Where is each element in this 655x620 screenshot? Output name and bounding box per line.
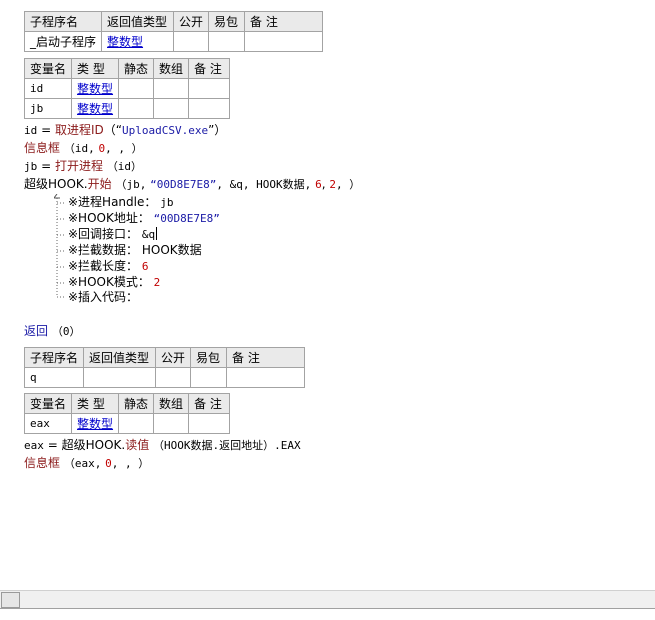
- func-name: 开始: [87, 177, 112, 191]
- sub2-return-type-cell[interactable]: [83, 367, 157, 388]
- number-literal: 6: [315, 178, 322, 191]
- var-remark-cell[interactable]: [188, 98, 231, 119]
- var-type-cell[interactable]: 整数型: [71, 413, 120, 434]
- type-link[interactable]: 整数型: [107, 35, 143, 49]
- param-line[interactable]: ※回调接口： &q: [68, 226, 158, 242]
- var-name-cell[interactable]: id: [23, 78, 73, 99]
- var-remark-cell[interactable]: [188, 413, 231, 434]
- param-line[interactable]: ※HOOK模式： 2: [68, 274, 160, 290]
- col-var-name: 变量名: [23, 393, 73, 414]
- type-link[interactable]: 整数型: [77, 417, 113, 431]
- number-literal: 2: [153, 276, 161, 289]
- func-name: 信息框: [24, 456, 61, 470]
- func-name: 读值: [125, 438, 150, 452]
- code-line[interactable]: 信息框 （id, 0, , ）: [24, 140, 143, 156]
- param-line[interactable]: ※插入代码：: [68, 289, 138, 305]
- text-caret: [156, 227, 158, 240]
- col-sub-name: 子程序名: [23, 11, 103, 32]
- param-line[interactable]: ※拦截长度： 6: [68, 258, 149, 274]
- sub2-var-table: 变量名 类 型 静态 数组 备 注 eax 整数型: [23, 393, 231, 434]
- sub1-name-cell[interactable]: _启动子程序: [23, 31, 103, 52]
- sub2-header-table: 子程序名 返回值类型 公开 易包 备 注 q: [23, 347, 306, 388]
- string-literal: “00D8E7E8”: [150, 178, 217, 191]
- param-line[interactable]: ※HOOK地址： “00D8E7E8”: [68, 210, 220, 226]
- sub1-var-table: 变量名 类 型 静态 数组 备 注 id 整数型 jb 整数型: [23, 58, 231, 119]
- code-line[interactable]: eax = 超级HOOK.读值 （HOOK数据.返回地址）.EAX: [24, 437, 301, 453]
- var-static-cell[interactable]: [118, 78, 155, 99]
- code-line[interactable]: 信息框 （eax, 0, , ）: [24, 455, 149, 471]
- col-static: 静态: [118, 58, 155, 79]
- var-name-cell[interactable]: jb: [23, 98, 73, 119]
- number-literal: 0: [105, 457, 112, 470]
- type-link[interactable]: 整数型: [77, 102, 113, 116]
- sub1-public-cell[interactable]: [173, 31, 210, 52]
- col-remark: 备 注: [226, 347, 306, 368]
- col-array: 数组: [153, 58, 190, 79]
- code-line[interactable]: jb = 打开进程 （id）: [24, 158, 142, 174]
- col-static: 静态: [118, 393, 155, 414]
- var-static-cell[interactable]: [118, 98, 155, 119]
- param-line[interactable]: ※进程Handle： jb: [68, 194, 173, 210]
- var-array-cell[interactable]: [153, 413, 190, 434]
- var-name-cell[interactable]: eax: [23, 413, 73, 434]
- col-array: 数组: [153, 393, 190, 414]
- string-literal: UploadCSV.exe: [121, 124, 209, 137]
- col-var-name: 变量名: [23, 58, 73, 79]
- sub1-epackage-cell[interactable]: [208, 31, 246, 52]
- param-tree-lines: [54, 194, 64, 298]
- col-return-type: 返回值类型: [83, 347, 157, 368]
- var-remark-cell[interactable]: [188, 78, 231, 99]
- var-array-cell[interactable]: [153, 98, 190, 119]
- code-line[interactable]: 超级HOOK.开始 （jb, “00D8E7E8”, &q, HOOK数据, 6…: [24, 176, 360, 192]
- col-epackage: 易包: [190, 347, 228, 368]
- col-epackage: 易包: [208, 11, 246, 32]
- sub1-return-type-cell[interactable]: 整数型: [101, 31, 175, 52]
- col-public: 公开: [155, 347, 192, 368]
- param-line[interactable]: ※拦截数据： HOOK数据: [68, 242, 202, 258]
- col-var-remark: 备 注: [188, 393, 231, 414]
- tab-clipped-1[interactable]: [2, 609, 6, 617]
- col-var-type: 类 型: [71, 58, 120, 79]
- collapse-icon: [54, 194, 60, 199]
- sub1-header-table: 子程序名 返回值类型 公开 易包 备 注 _启动子程序 整数型: [23, 11, 324, 52]
- code-line[interactable]: 返回 （0）: [24, 323, 80, 339]
- col-var-remark: 备 注: [188, 58, 231, 79]
- var-static-cell[interactable]: [118, 413, 155, 434]
- var-array-cell[interactable]: [153, 78, 190, 99]
- code-line[interactable]: id = 取进程ID（“UploadCSV.exe”）: [24, 122, 226, 138]
- number-literal: 6: [141, 260, 149, 273]
- func-name: 取进程ID: [54, 123, 104, 137]
- tab-clipped-3[interactable]: [148, 609, 152, 617]
- func-name: 信息框: [24, 141, 61, 155]
- scrollbar-thumb[interactable]: [1, 592, 20, 608]
- col-var-type: 类 型: [71, 393, 120, 414]
- bottom-tab-strip: [0, 608, 655, 620]
- sub2-epackage-cell[interactable]: [190, 367, 228, 388]
- type-link[interactable]: 整数型: [77, 82, 113, 96]
- var-type-cell[interactable]: 整数型: [71, 78, 120, 99]
- var-type-cell[interactable]: 整数型: [71, 98, 120, 119]
- string-literal: “00D8E7E8”: [153, 212, 220, 225]
- func-name: 打开进程: [54, 159, 103, 173]
- sub2-remark-cell[interactable]: [226, 367, 306, 388]
- sub2-public-cell[interactable]: [155, 367, 192, 388]
- number-literal: 2: [329, 178, 336, 191]
- tab-clipped-2[interactable]: [55, 609, 59, 617]
- clipped-line-top: [24, 0, 28, 6]
- col-public: 公开: [173, 11, 210, 32]
- horizontal-scrollbar[interactable]: [0, 590, 655, 609]
- sub2-name-cell[interactable]: q: [23, 367, 85, 388]
- col-sub-name: 子程序名: [23, 347, 85, 368]
- return-keyword: 返回: [24, 324, 49, 338]
- col-return-type: 返回值类型: [101, 11, 175, 32]
- sub1-remark-cell[interactable]: [244, 31, 324, 52]
- col-remark: 备 注: [244, 11, 324, 32]
- code-editor[interactable]: 子程序名 返回值类型 公开 易包 备 注 _启动子程序 整数型 变量名 类 型 …: [0, 0, 655, 590]
